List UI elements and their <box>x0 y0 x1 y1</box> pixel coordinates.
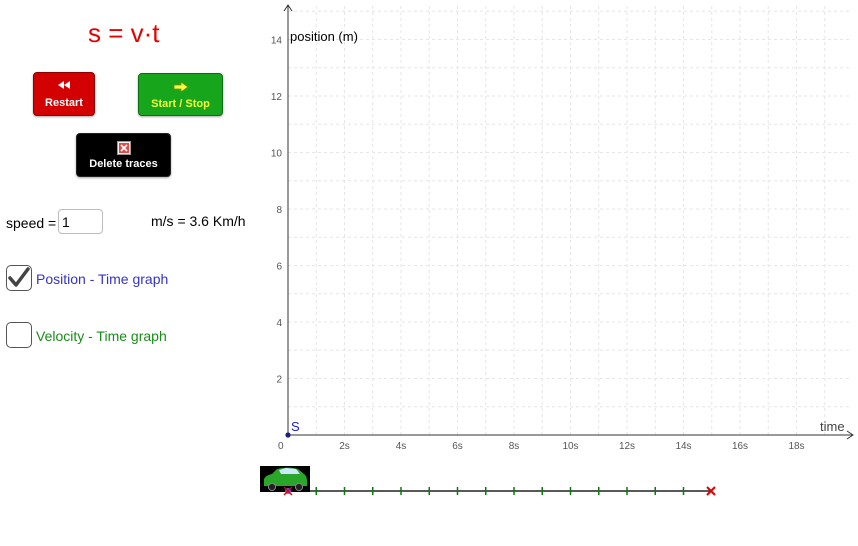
x-tick-labels: 2s 4s 6s 8s 10s 12s 14s 16s 18s <box>339 441 804 452</box>
position-time-graph: 2 4 6 8 10 12 14 2s 4s 6s 8s 10s 12s 14s 16s 18s 0 pos… <box>260 4 854 496</box>
x-tick-label: 18s <box>788 441 804 452</box>
x-tick-label: 2s <box>339 441 350 452</box>
x-tick-label: 4s <box>396 441 407 452</box>
y-axis-label: position (m) <box>290 29 358 44</box>
y-tick-label: 4 <box>276 318 282 329</box>
y-tick-label: 12 <box>271 92 283 103</box>
y-tick-labels: 2 4 6 8 10 12 14 <box>271 36 283 386</box>
y-tick-label: 2 <box>276 375 282 386</box>
x-tick-label: 12s <box>619 441 635 452</box>
car-position-marker[interactable] <box>283 486 293 496</box>
x-tick-label: 6s <box>452 441 463 452</box>
point-s[interactable] <box>285 432 291 438</box>
x-tick-label: 14s <box>675 441 691 452</box>
x-axis-label: time <box>820 419 845 434</box>
origin-label: 0 <box>278 441 284 452</box>
grid-lines <box>288 6 852 435</box>
x-tick-label: 16s <box>732 441 748 452</box>
x-tick-label: 10s <box>562 441 578 452</box>
y-tick-label: 8 <box>276 205 282 216</box>
y-tick-label: 14 <box>271 36 283 47</box>
x-tick-label: 8s <box>509 441 520 452</box>
point-s-label: S <box>291 419 300 434</box>
y-tick-label: 6 <box>276 262 282 273</box>
y-tick-label: 10 <box>271 149 283 160</box>
